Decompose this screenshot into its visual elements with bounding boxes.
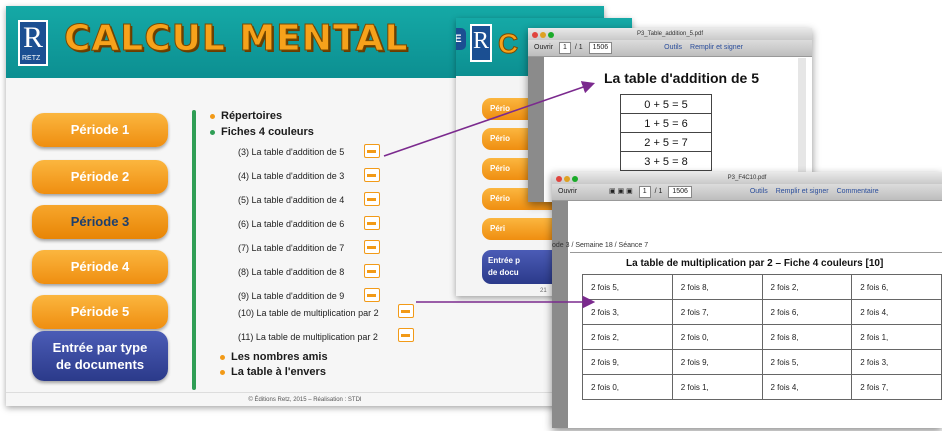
- arrow-to-addition-pdf: [383, 81, 596, 157]
- connector-arrows: [383, 81, 596, 309]
